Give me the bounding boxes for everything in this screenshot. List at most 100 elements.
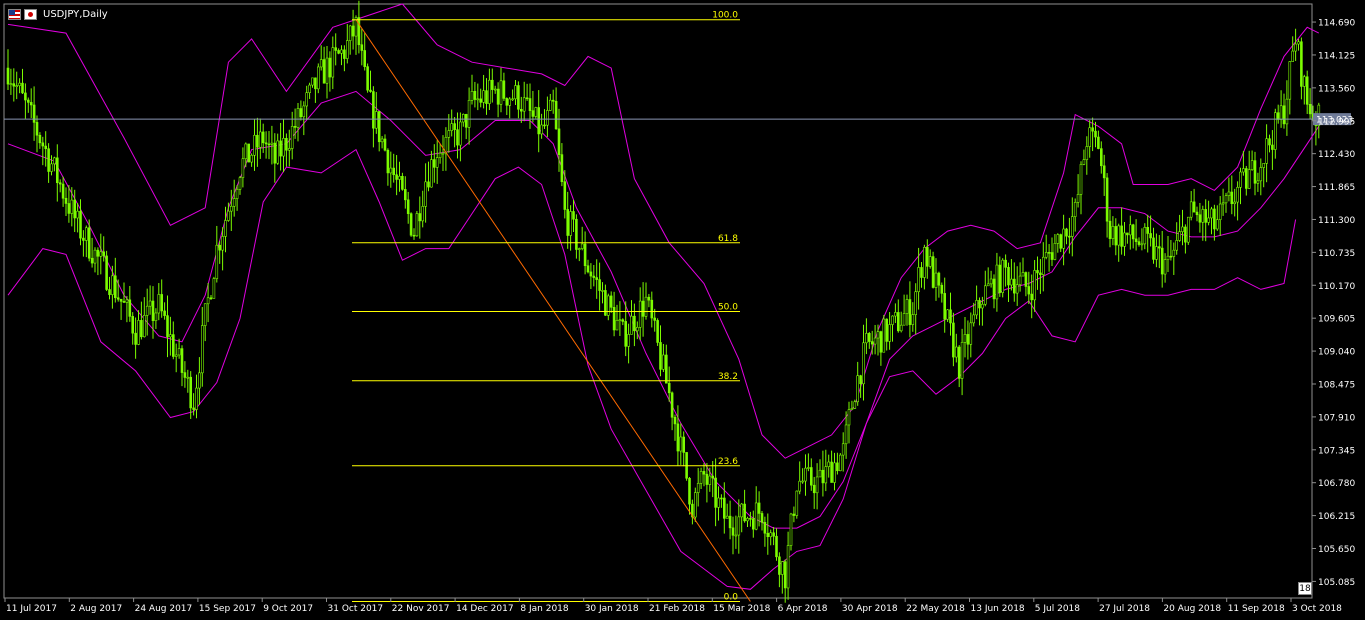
candle-body — [865, 333, 868, 344]
candle-body — [1230, 191, 1234, 205]
candle-body — [24, 92, 27, 101]
candle-body — [227, 210, 230, 221]
candle-body — [673, 416, 677, 425]
candle-body — [664, 354, 668, 384]
candle-body — [235, 189, 239, 199]
candle-body — [334, 47, 338, 51]
candle-body — [731, 527, 735, 536]
candle-body — [534, 107, 538, 117]
corner-badge[interactable]: 18 — [1298, 582, 1312, 595]
candle-body — [1291, 50, 1294, 62]
candle-body — [1300, 41, 1303, 87]
candle-body — [795, 490, 799, 516]
candle-body — [778, 556, 781, 575]
candle-body — [1015, 284, 1019, 294]
candle-body — [467, 99, 471, 128]
candle-body — [667, 382, 671, 394]
candle-body — [548, 99, 552, 111]
candle-body — [1288, 61, 1292, 100]
candle-body — [902, 313, 906, 326]
candle-body — [575, 218, 578, 250]
candle — [316, 63, 320, 94]
candle-body — [377, 111, 381, 143]
candle-body — [1018, 275, 1022, 286]
candle-body — [108, 289, 111, 295]
candle-body — [812, 484, 816, 494]
candle-body — [1207, 217, 1210, 223]
candle-body — [720, 497, 723, 500]
candle-body — [1094, 130, 1097, 138]
candle — [409, 212, 413, 237]
price-chart[interactable]: 100.061.850.038.223.60.0 113.023 114.690… — [0, 0, 1365, 620]
candle-body — [633, 315, 636, 332]
candle-body — [256, 134, 259, 148]
candle — [366, 63, 369, 93]
candle-body — [331, 47, 335, 78]
candle-body — [746, 518, 749, 522]
candle-body — [369, 89, 372, 92]
fibo-level-label: 38.2 — [718, 372, 738, 382]
candle-body — [749, 518, 752, 520]
candle-body — [1236, 187, 1239, 203]
x-tick-label: 13 Jun 2018 — [971, 604, 1025, 614]
candle-body — [598, 279, 601, 291]
candle-body — [488, 79, 491, 104]
candle-body — [279, 140, 282, 157]
candle-body — [238, 177, 242, 190]
candle-body — [1305, 76, 1309, 105]
candle-body — [850, 408, 854, 410]
candle-body — [1030, 293, 1033, 301]
candle-body — [79, 210, 82, 239]
candle-body — [650, 299, 654, 319]
candle-body — [841, 443, 845, 456]
candle-body — [879, 331, 883, 353]
y-tick-label: 113.560 — [1318, 84, 1355, 94]
candle-body — [316, 66, 320, 90]
candle-body — [856, 375, 860, 403]
candle-body — [960, 342, 964, 379]
candle-body — [1271, 144, 1274, 150]
candle-body — [1175, 240, 1178, 251]
candle-body — [430, 159, 433, 188]
candle-body — [218, 244, 221, 251]
candle-body — [1140, 243, 1144, 246]
candle-body — [531, 110, 535, 117]
candle-body — [53, 157, 56, 165]
candle-body — [1303, 76, 1306, 87]
candle-body — [522, 97, 526, 112]
candle-body — [975, 300, 978, 316]
candle-body — [1247, 169, 1251, 189]
candle-body — [343, 49, 346, 59]
candle-body — [563, 181, 567, 210]
candle — [931, 251, 935, 289]
candle-body — [183, 372, 187, 378]
candle-body — [682, 436, 686, 453]
candle-body — [928, 256, 932, 267]
candle-body — [670, 392, 674, 418]
y-tick-label: 109.605 — [1318, 315, 1355, 325]
fibo-level-label: 23.6 — [718, 457, 738, 467]
candle-body — [64, 197, 68, 204]
candle-body — [780, 561, 784, 575]
candle-body — [67, 203, 71, 214]
candle-body — [99, 251, 103, 257]
candle-body — [1285, 98, 1289, 125]
candle — [882, 314, 886, 353]
candle-body — [412, 234, 416, 237]
x-tick-label: 31 Oct 2017 — [328, 604, 384, 614]
candle-body — [1117, 225, 1120, 246]
candle-body — [212, 278, 216, 299]
candle-body — [1088, 127, 1091, 147]
candle-body — [195, 387, 198, 410]
candle-body — [325, 57, 329, 84]
candle-body — [963, 334, 967, 343]
candle-body — [398, 175, 401, 180]
candle-body — [345, 40, 349, 59]
x-tick-label: 5 Jul 2018 — [1035, 604, 1080, 614]
candle-body — [734, 534, 738, 537]
candle-body — [705, 473, 709, 485]
candle-body — [137, 320, 140, 345]
x-tick-label: 2 Aug 2017 — [70, 604, 122, 614]
candle-body — [26, 99, 30, 103]
y-tick-label: 106.215 — [1318, 512, 1355, 522]
